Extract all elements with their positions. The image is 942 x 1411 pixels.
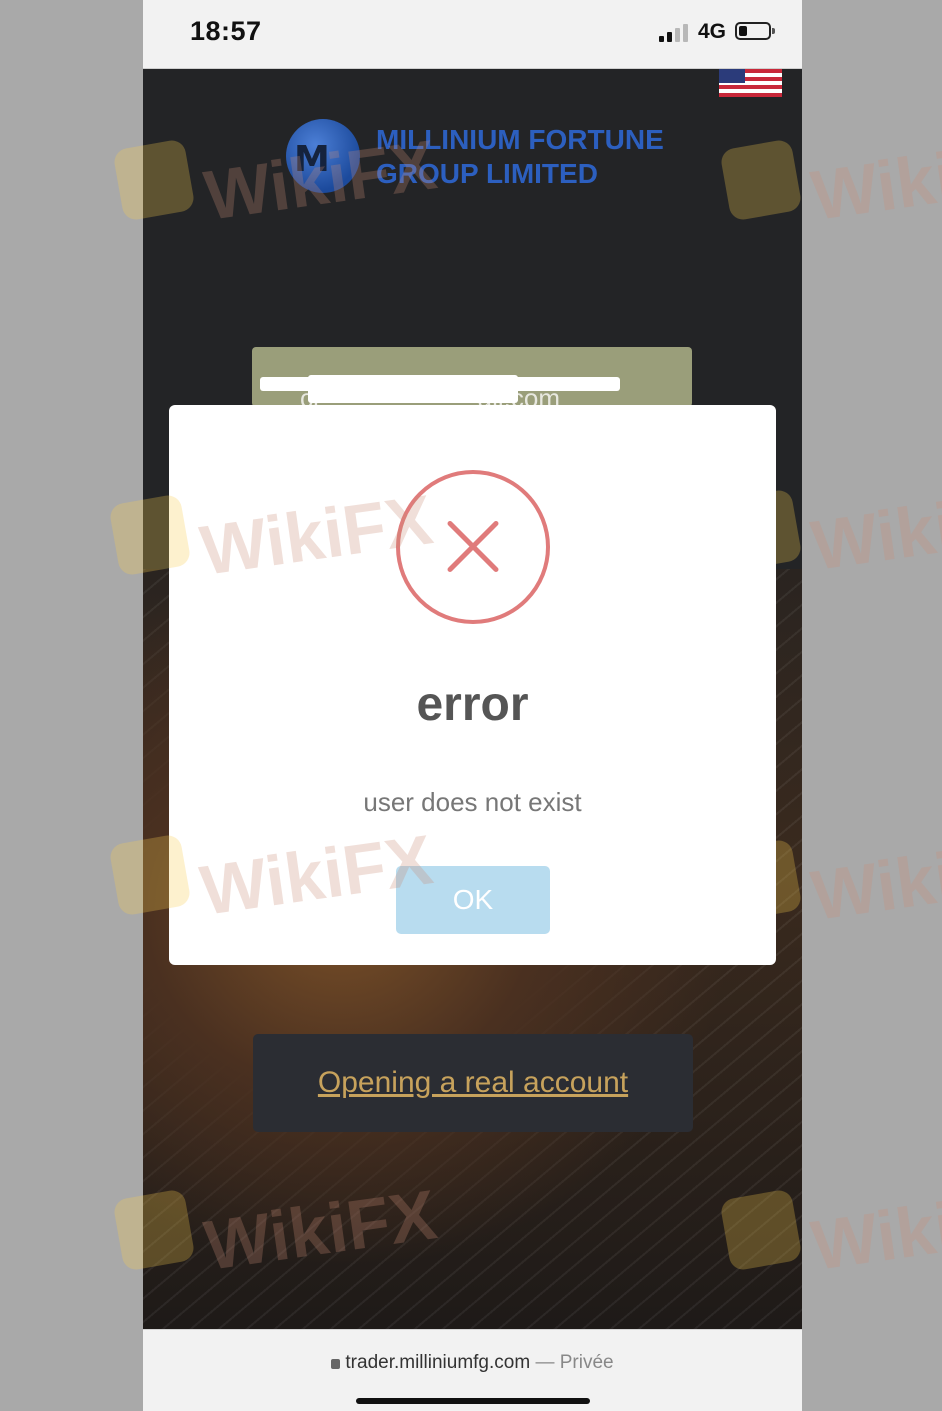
browsing-mode: Privée: [559, 1352, 614, 1373]
logo-line-1: MILLINIUM FORTUNE: [376, 124, 664, 155]
dialog-title: error: [416, 678, 529, 731]
url-display[interactable]: trader.milliniumfg.com — Privée: [143, 1352, 802, 1374]
logo-mark-icon: M: [286, 119, 360, 193]
open-account-link[interactable]: Opening a real account: [318, 1066, 628, 1100]
redaction-mark: [308, 375, 518, 403]
signal-icon: [659, 24, 691, 42]
status-time: 18:57: [190, 16, 262, 46]
network-type: 4G: [698, 20, 727, 43]
logo-line-2: GROUP LIMITED: [376, 158, 598, 189]
error-dialog: error user does not exist OK WikiFX Wiki…: [108, 405, 776, 965]
ok-button[interactable]: OK: [396, 866, 550, 934]
lock-icon: [331, 1359, 341, 1369]
dialog-message: user does not exist: [363, 787, 582, 817]
address-bar: trader.milliniumfg.com — Privée: [143, 1329, 802, 1411]
company-logo: M MILLINIUM FORTUNE GROUP LIMITED: [286, 117, 666, 197]
home-indicator[interactable]: [356, 1398, 590, 1404]
battery-icon: [735, 22, 775, 40]
open-account-button[interactable]: Opening a real account: [253, 1034, 693, 1132]
email-field[interactable]: cr ail.com: [252, 347, 692, 413]
url-text: trader.milliniumfg.com: [345, 1352, 531, 1373]
status-bar: 18:57 4G: [143, 0, 802, 69]
us-flag-icon[interactable]: [719, 69, 782, 97]
url-separator: —: [535, 1352, 555, 1373]
error-x-icon: [396, 470, 550, 624]
